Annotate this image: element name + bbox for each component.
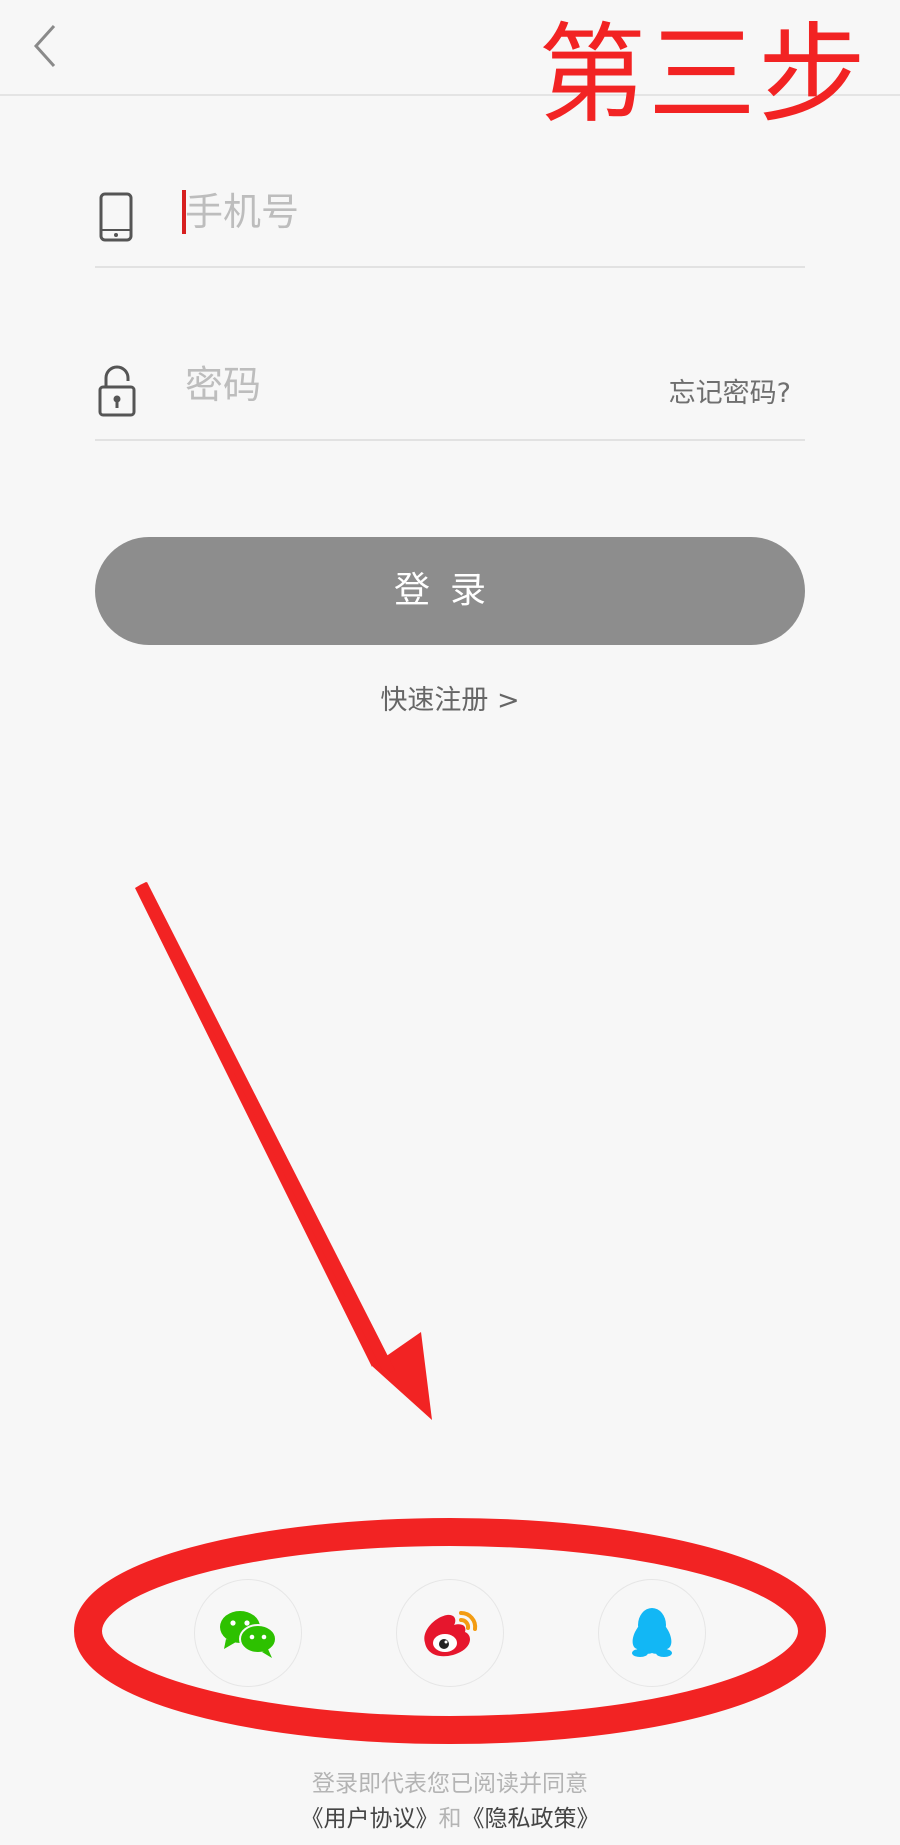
forgot-password-link[interactable]: 忘记密码? — [669, 371, 791, 410]
qq-icon — [632, 1608, 672, 1657]
weibo-icon — [424, 1610, 478, 1657]
top-bar: 第三步 — [0, 0, 900, 130]
phone-field — [95, 160, 805, 268]
user-agreement-link[interactable]: 《用户协议》 — [301, 1806, 439, 1832]
terms-notice: 登录即代表您已阅读并同意 — [312, 1771, 588, 1797]
qq-login-button[interactable] — [598, 1579, 706, 1687]
password-input[interactable] — [185, 353, 625, 417]
annotation-overlay — [74, 882, 826, 1744]
login-button[interactable]: 登录 — [95, 537, 805, 645]
wechat-login-button[interactable] — [194, 1579, 302, 1687]
annotation-arrow — [135, 882, 432, 1420]
step-annotation-label: 第三步 — [537, 13, 868, 138]
chevron-left-icon — [33, 24, 56, 68]
phone-icon — [99, 192, 133, 242]
annotation-arrow-shaft — [140, 882, 395, 1376]
wechat-icon — [220, 1611, 277, 1658]
password-field: 忘记密码? — [95, 333, 805, 441]
weibo-login-button[interactable] — [396, 1579, 504, 1687]
lock-icon — [98, 365, 136, 417]
terms-and-text: 和 — [438, 1806, 462, 1832]
phone-input[interactable] — [185, 180, 625, 244]
back-button[interactable] — [22, 14, 92, 84]
privacy-policy-link[interactable]: 《隐私政策》 — [462, 1806, 600, 1832]
terms-links: 《用户协议》和《隐私政策》 — [0, 1799, 900, 1833]
register-link[interactable]: 快速注册 > — [0, 678, 900, 717]
